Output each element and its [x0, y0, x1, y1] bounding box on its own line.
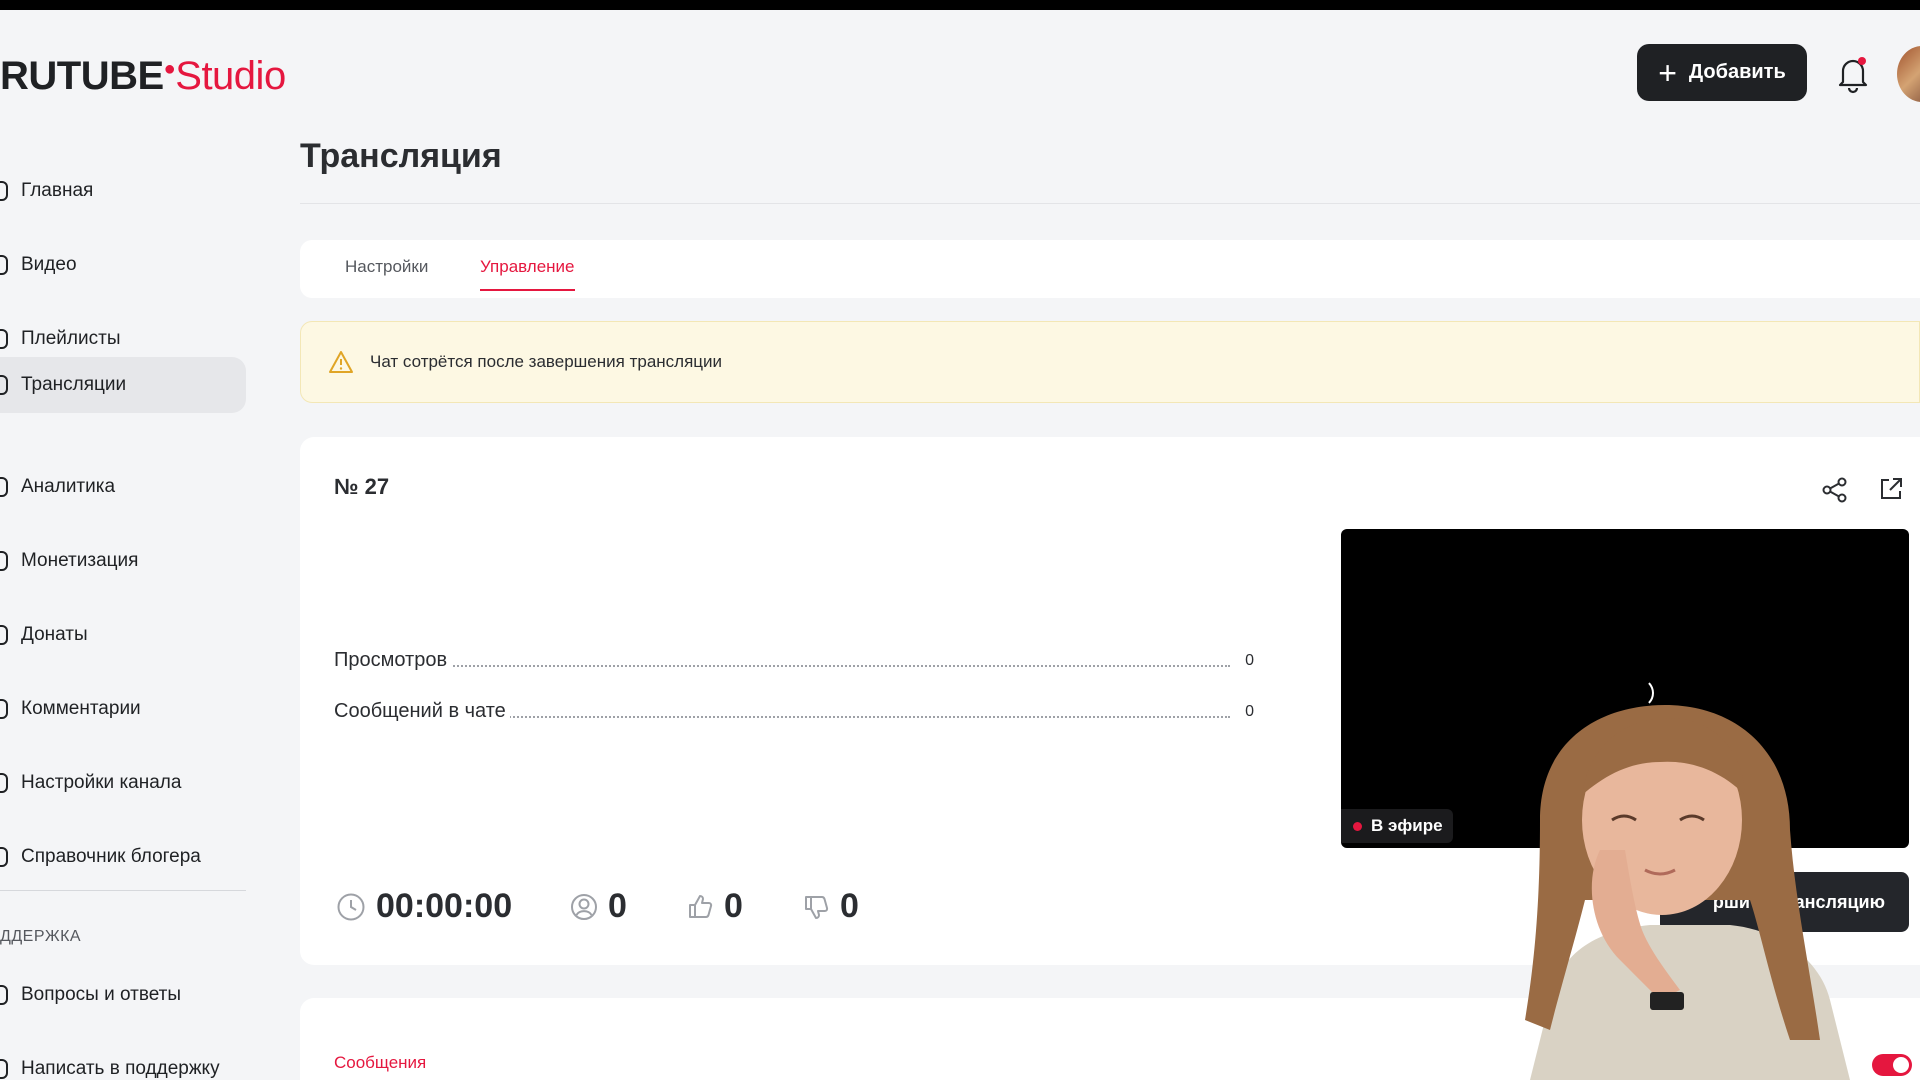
sidebar-item-donations[interactable]: Донаты: [0, 607, 246, 663]
sidebar-item-faq[interactable]: Вопросы и ответы: [0, 967, 246, 1023]
settings-icon: [0, 773, 8, 793]
dotted-leader: [334, 665, 1230, 667]
thumbs-down-icon: [805, 895, 829, 919]
support-section-label: ДДЕРЖКА: [0, 928, 82, 945]
chat-warning-alert: Чат сотрётся после завершения трансляции: [300, 321, 1920, 403]
sidebar-item-label: Справочник блогера: [21, 846, 201, 867]
broadcast-icon: [0, 375, 8, 395]
sidebar-item-label: Вопросы и ответы: [21, 984, 182, 1005]
sidebar-item-label: Аналитика: [21, 476, 116, 497]
stat-views: Просмотров 0: [334, 649, 1254, 675]
avatar[interactable]: [1897, 46, 1920, 102]
stat-name: Сообщений в чате: [334, 700, 510, 723]
warning-icon: [329, 351, 353, 373]
sidebar-item-label: Видео: [21, 254, 77, 275]
webcam-overlay: [1525, 705, 1850, 1080]
home-icon: [0, 181, 8, 201]
external-link-icon[interactable]: [1877, 475, 1905, 503]
sidebar-item-label: Главная: [21, 180, 94, 201]
viewers-value: 0: [608, 887, 627, 925]
stat-value: 0: [1245, 703, 1254, 720]
help-icon: [0, 847, 8, 867]
dislikes-value: 0: [840, 887, 859, 925]
tab-bar: Настройки Управление: [300, 240, 1920, 298]
video-icon: [0, 255, 8, 275]
stream-number: № 27: [334, 474, 390, 499]
logo-rutube: RUTUBE: [0, 54, 164, 98]
top-strip: [0, 0, 1920, 10]
share-icon[interactable]: [1820, 475, 1850, 505]
likes-metric: 0: [686, 887, 743, 926]
title-divider: [300, 203, 1920, 204]
analytics-icon: [0, 477, 8, 497]
sidebar-item-monetization[interactable]: Монетизация: [0, 533, 246, 589]
viewers-metric: 0: [570, 887, 627, 926]
logo[interactable]: RUTUBE●Studio: [0, 54, 286, 99]
page-title: Трансляция: [300, 137, 502, 175]
comment-icon: [0, 699, 8, 719]
duration-value: 00:00:00: [376, 887, 513, 925]
add-button[interactable]: + Добавить: [1637, 44, 1807, 101]
likes-value: 0: [724, 887, 743, 925]
playlist-icon: [0, 329, 8, 349]
sidebar-item-label: Написать в поддержку: [21, 1058, 220, 1079]
sidebar-divider: [0, 890, 246, 891]
sidebar-item-label: Монетизация: [21, 550, 139, 571]
clock-icon: [337, 893, 365, 920]
sidebar-item-label: Донаты: [21, 624, 88, 645]
sidebar: Главная Видео Плейлисты Трансляции Анали…: [0, 140, 250, 1080]
sidebar-item-comments[interactable]: Комментарии: [0, 681, 246, 737]
logo-studio: Studio: [175, 54, 286, 98]
bell-icon[interactable]: [1835, 54, 1871, 94]
money-icon: [0, 551, 8, 571]
sidebar-item-label: Плейлисты: [21, 328, 121, 349]
stat-name: Просмотров: [334, 649, 452, 672]
stat-value: 0: [1245, 652, 1254, 669]
plus-icon: +: [1658, 54, 1677, 91]
alert-text: Чат сотрётся после завершения трансляции: [370, 352, 723, 371]
tab-messages[interactable]: Сообщения: [334, 1053, 426, 1073]
tab-settings[interactable]: Настройки: [345, 257, 428, 277]
dislikes-metric: 0: [802, 887, 859, 926]
stat-chat-messages: Сообщений в чате 0: [334, 700, 1254, 726]
donate-icon: [0, 625, 8, 645]
sidebar-item-label: Трансляции: [21, 374, 127, 395]
sidebar-item-home[interactable]: Главная: [0, 163, 246, 219]
sidebar-item-label: Комментарии: [21, 698, 141, 719]
sidebar-item-video[interactable]: Видео: [0, 237, 246, 293]
duration-metric: 00:00:00: [336, 887, 512, 926]
sidebar-item-contact-support[interactable]: Написать в поддержку: [0, 1041, 246, 1080]
sidebar-item-analytics[interactable]: Аналитика: [0, 459, 246, 515]
tab-management[interactable]: Управление: [480, 257, 575, 291]
faq-icon: [0, 985, 8, 1005]
header: RUTUBE●Studio + Добавить: [0, 10, 1920, 140]
logo-dot: ●: [163, 58, 176, 80]
viewer-icon: [571, 893, 597, 920]
sidebar-item-label: Настройки канала: [21, 772, 182, 793]
sidebar-item-blogger-guide[interactable]: Справочник блогера: [0, 829, 246, 885]
thumbs-up-icon: [689, 894, 713, 918]
sidebar-item-channel-settings[interactable]: Настройки канала: [0, 755, 246, 811]
support-icon: [0, 1059, 8, 1079]
add-button-label: Добавить: [1688, 61, 1786, 83]
sidebar-item-broadcasts[interactable]: Трансляции: [0, 357, 246, 413]
